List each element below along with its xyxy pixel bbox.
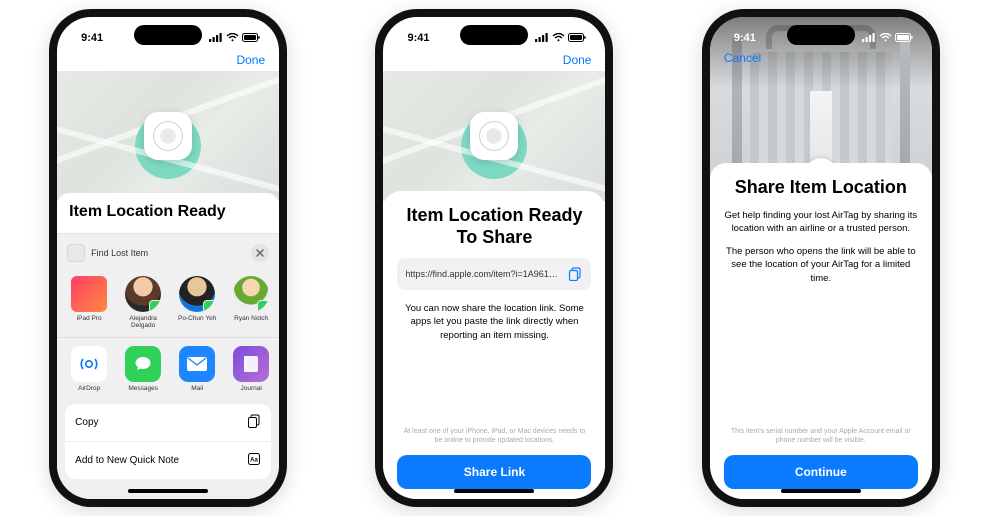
sheet-description: You can now share the location link. Som… <box>397 302 591 342</box>
info-sheet: Item Location Ready To Share https://fin… <box>383 191 605 499</box>
contact-ipad[interactable]: iPad Pro <box>67 276 111 329</box>
home-indicator[interactable] <box>128 489 208 493</box>
dynamic-island <box>134 25 202 45</box>
avatar <box>125 276 161 312</box>
contact-pochun[interactable]: Po-Chun Yeh <box>175 276 219 329</box>
nav-bar: Done <box>383 49 605 71</box>
share-header: Find Lost Item <box>65 242 271 270</box>
journal-icon <box>233 346 269 382</box>
sheet-description-1: Get help finding your lost AirTag by sha… <box>724 209 918 236</box>
app-journal[interactable]: Journal <box>229 346 271 392</box>
app-airdrop[interactable]: AirDrop <box>67 346 111 392</box>
share-actions: Copy Add to New Quick Note Aa <box>65 404 271 479</box>
close-icon[interactable] <box>251 244 269 262</box>
dynamic-island <box>460 25 528 45</box>
share-thumbnail <box>67 244 85 262</box>
phone-badge-icon <box>257 300 269 312</box>
quick-note-icon: Aa <box>247 452 261 469</box>
done-button[interactable]: Done <box>236 53 265 67</box>
link-text: https://find.apple.com/item?i=1A961… <box>405 269 557 279</box>
airdrop-icon <box>71 346 107 382</box>
sheet-title: Item Location Ready To Share <box>397 205 591 248</box>
airtag-pin <box>470 112 518 160</box>
nav-bar: Done <box>57 49 279 71</box>
share-link-field[interactable]: https://find.apple.com/item?i=1A961… <box>397 258 591 290</box>
copy-icon <box>247 414 261 431</box>
airtag-icon <box>153 121 183 151</box>
sheet-title: Item Location Ready <box>57 193 279 229</box>
done-button[interactable]: Done <box>563 53 592 67</box>
status-time: 9:41 <box>81 32 103 44</box>
sheet-fineprint: At least one of your iPhone, iPad, or Ma… <box>397 427 591 445</box>
home-indicator[interactable] <box>454 489 534 493</box>
share-sheet: Find Lost Item iPad Pro Alejandra Delgad… <box>57 233 279 499</box>
action-copy[interactable]: Copy <box>65 404 271 442</box>
share-link-button[interactable]: Share Link <box>397 455 591 489</box>
map-preview <box>383 71 605 201</box>
info-sheet: Share Item Location Get help finding you… <box>710 163 932 499</box>
home-indicator[interactable] <box>781 489 861 493</box>
airtag-pin <box>144 112 192 160</box>
sheet-title: Share Item Location <box>724 177 918 199</box>
share-item-title: Find Lost Item <box>91 248 245 258</box>
airtag-icon <box>479 121 509 151</box>
divider <box>57 337 279 338</box>
contact-alejandra[interactable]: Alejandra Delgado <box>121 276 165 329</box>
status-icons <box>535 33 587 42</box>
phone-2-ready-to-share: 9:41 Done Item Location Ready To Share h… <box>375 9 613 507</box>
action-quick-note[interactable]: Add to New Quick Note Aa <box>65 442 271 479</box>
ipad-icon <box>71 276 107 312</box>
map-preview <box>57 71 279 201</box>
avatar <box>233 276 269 312</box>
continue-button[interactable]: Continue <box>724 455 918 489</box>
sheet-description-2: The person who opens the link will be ab… <box>724 245 918 285</box>
nav-bar: Cancel <box>710 47 932 69</box>
status-icons <box>209 33 261 42</box>
contact-ryan[interactable]: Ryan Notch <box>229 276 271 329</box>
contacts-row: iPad Pro Alejandra Delgado Po-Chun Yeh R… <box>65 270 271 335</box>
phone-1-share-sheet: 9:41 Done Item Location Ready Find Lost … <box>49 9 287 507</box>
svg-text:Aa: Aa <box>250 458 258 464</box>
apps-row: AirDrop Messages Mail <box>65 340 271 398</box>
app-messages[interactable]: Messages <box>121 346 165 392</box>
avatar <box>179 276 215 312</box>
messages-badge-icon <box>149 300 161 312</box>
sheet-fineprint: This item's serial number and your Apple… <box>724 427 918 445</box>
status-icons <box>862 33 914 42</box>
dynamic-island <box>787 25 855 45</box>
messages-badge-icon <box>203 300 215 312</box>
messages-icon <box>125 346 161 382</box>
copy-link-icon[interactable] <box>567 266 583 282</box>
status-time: 9:41 <box>407 32 429 44</box>
mail-icon <box>179 346 215 382</box>
phone-3-share-item-location: 9:41 Cancel Share Item Location Get help… <box>702 9 940 507</box>
app-mail[interactable]: Mail <box>175 346 219 392</box>
status-time: 9:41 <box>734 32 756 44</box>
cancel-button[interactable]: Cancel <box>724 51 761 65</box>
